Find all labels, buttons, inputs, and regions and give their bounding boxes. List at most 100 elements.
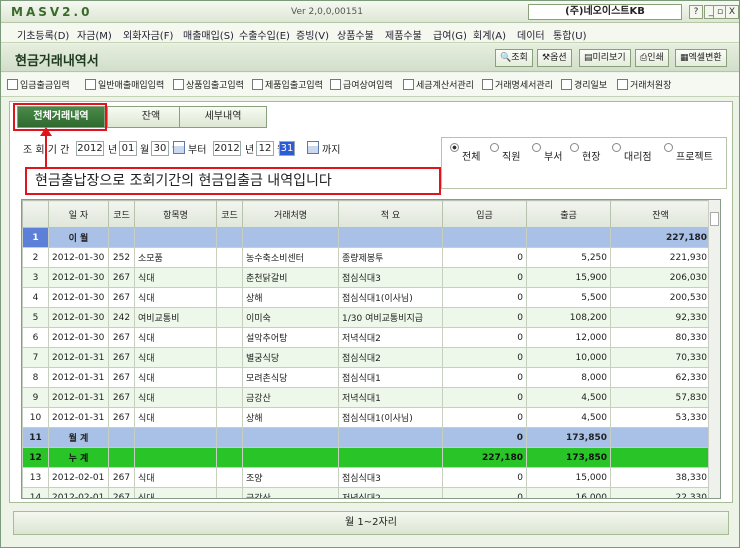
table-cell: 0 <box>442 367 527 388</box>
search-button[interactable]: 🔍조회 <box>495 49 533 67</box>
menu-item[interactable]: 회계(A) <box>473 27 506 42</box>
shortcut-sales-entry[interactable]: 일반매출매입입력 <box>85 78 164 91</box>
shortcut-payroll-entry[interactable]: 급여상여입력 <box>330 78 393 91</box>
table-cell: 0 <box>442 327 527 348</box>
table-cell: 식대 <box>134 407 217 428</box>
table-row[interactable]: 11 월 계 0 173,850 <box>22 427 711 448</box>
to-day-input[interactable]: 31 <box>279 141 295 156</box>
shortcut-ledger[interactable]: 거래처원장 <box>617 78 671 91</box>
options-button[interactable]: ⚒옵션 <box>537 49 572 67</box>
table-cell: 16,000 <box>526 487 611 498</box>
table-cell <box>108 427 135 448</box>
table-cell <box>216 447 243 468</box>
table-row[interactable]: 10 2012-01-31 267 식대 상해 점심식대1(이사님) 0 4,500 53,33… <box>22 407 711 428</box>
col-code2[interactable]: 코드 <box>216 200 243 228</box>
table-row[interactable]: 1이 월 227,180 <box>22 227 711 248</box>
shortcut-tax-invoice[interactable]: 세금계산서관리 <box>403 78 474 91</box>
col-memo[interactable]: 적 요 <box>338 200 443 228</box>
table-cell: 2012-02-01 <box>48 487 109 498</box>
radio-project[interactable]: 프로젝트 <box>664 143 713 163</box>
help-button[interactable]: ? <box>689 5 703 19</box>
table-cell: 0 <box>442 487 527 498</box>
table-cell: 1 <box>22 227 49 248</box>
vertical-scrollbar[interactable] <box>708 200 720 498</box>
table-cell: 267 <box>108 267 135 288</box>
table-row[interactable]: 4 2012-01-30 267 식대 상해 점심식대1(이사님) 0 5,500 200,53… <box>22 287 711 308</box>
table-cell: 57,830 <box>610 387 711 408</box>
table-row[interactable]: 5 2012-01-30 242 여비교통비 이미숙 1/30 여비교통비지급 0 108,2… <box>22 307 711 328</box>
menu-bar: 기초등록(D) 자금(M) 외화자금(F) 매출매입(S) 수출수입(E) 증빙… <box>1 23 739 43</box>
from-month-input[interactable]: 01 <box>119 141 137 156</box>
shortcut-cash-entry[interactable]: 입금출금입력 <box>7 78 70 91</box>
menu-item[interactable]: 증빙(V) <box>296 27 329 42</box>
table-row[interactable]: 8 2012-01-31 267 식대 모려촌식당 점심식대1 0 8,000 62,330 <box>22 367 711 388</box>
radio-employee[interactable]: 직원 <box>490 143 520 163</box>
page-title: 현금거래내역서 <box>15 54 99 69</box>
table-row[interactable]: 13 2012-02-01 267 식대 조양 점심식대3 0 15,000 38,330 <box>22 467 711 488</box>
year-unit: 년 <box>108 145 118 156</box>
table-cell: 13 <box>22 467 49 488</box>
col-in[interactable]: 입금 <box>442 200 527 228</box>
table-cell <box>242 427 339 448</box>
menu-item[interactable]: 외화자금(F) <box>123 27 173 42</box>
table-cell: 식대 <box>134 347 217 368</box>
table-cell: 227,180 <box>442 447 527 468</box>
table-row[interactable]: 12 누 계 227,180 173,850 <box>22 447 711 468</box>
from-year-input[interactable]: 2012 <box>76 141 104 156</box>
to-month-input[interactable]: 12 <box>256 141 274 156</box>
month-unit: 월 <box>140 145 150 156</box>
close-button[interactable]: X <box>725 5 739 19</box>
radio-agency[interactable]: 대리점 <box>612 143 652 163</box>
calendar-icon[interactable] <box>173 141 185 154</box>
preview-button[interactable]: ▤미리보기 <box>579 49 631 67</box>
table-cell: 소모품 <box>134 247 217 268</box>
table-cell: 11 <box>22 427 49 448</box>
tab-details[interactable]: 세부내역 <box>179 106 267 128</box>
table-cell <box>216 467 243 488</box>
table-row[interactable]: 7 2012-01-31 267 식대 별궁식당 점심식대2 0 10,000 70,330 <box>22 347 711 368</box>
excel-button[interactable]: ▦엑셀변환 <box>675 49 727 67</box>
table-cell: 점심식대2 <box>338 347 443 368</box>
col-code[interactable]: 코드 <box>108 200 135 228</box>
menu-item[interactable]: 수출수입(E) <box>239 27 290 42</box>
col-balance[interactable]: 잔액 <box>610 200 711 228</box>
radio-site[interactable]: 현장 <box>570 143 600 163</box>
table-row[interactable]: 3 2012-01-30 267 식대 춘천닭갈비 점심식대3 0 15,900 206,030 <box>22 267 711 288</box>
radio-all[interactable]: 전체 <box>450 143 480 163</box>
menu-item[interactable]: 상품수불 <box>337 27 374 42</box>
table-row[interactable]: 9 2012-01-31 267 식대 금강산 저녁식대1 0 4,500 57,830 <box>22 387 711 408</box>
shortcut-goods-entry[interactable]: 상품입출고입력 <box>173 78 244 91</box>
table-cell: 0 <box>442 387 527 408</box>
to-year-input[interactable]: 2012 <box>213 141 241 156</box>
table-row[interactable]: 2 2012-01-30 252 소모품 농수축소비센터 종량제봉투 0 5,250 221,9… <box>22 247 711 268</box>
shortcut-toolbar: 입금출금입력 일반매출매입입력 상품입출고입력 제품입출고입력 급여상여입력 세… <box>1 73 739 97</box>
menu-item[interactable]: 제품수불 <box>385 27 422 42</box>
shortcut-statement[interactable]: 거래명세서관리 <box>482 78 553 91</box>
shortcut-product-entry[interactable]: 제품입출고입력 <box>252 78 323 91</box>
col-out[interactable]: 출금 <box>526 200 611 228</box>
menu-item[interactable]: 매출매입(S) <box>183 27 234 42</box>
col-item[interactable]: 항목명 <box>134 200 217 228</box>
tools-icon: ⚒ <box>542 53 551 63</box>
table-row[interactable]: 14 2012-02-01 267 식대 금강산 저녁식대2 0 16,000 22,330 <box>22 487 711 498</box>
col-partner[interactable]: 거래처명 <box>242 200 339 228</box>
table-cell <box>216 487 243 498</box>
from-day-input[interactable]: 30 <box>151 141 169 156</box>
print-button[interactable]: ⎙인쇄 <box>635 49 669 67</box>
menu-item[interactable]: 급여(G) <box>433 27 467 42</box>
table-row[interactable]: 6 2012-01-30 267 식대 설악추어탕 저녁식대2 0 12,000 80,330 <box>22 327 711 348</box>
shortcut-daily-report[interactable]: 경리일보 <box>561 78 607 91</box>
table-cell: 10 <box>22 407 49 428</box>
col-date[interactable]: 일 자 <box>48 200 109 228</box>
menu-item[interactable]: 자금(M) <box>77 27 112 42</box>
calendar-icon[interactable] <box>307 141 319 154</box>
scroll-thumb[interactable] <box>710 212 719 226</box>
table-cell: 8 <box>22 367 49 388</box>
col-row-no <box>22 200 49 228</box>
menu-item[interactable]: 기초등록(D) <box>17 27 69 42</box>
table-cell: 0 <box>442 267 527 288</box>
menu-item[interactable]: 데이터 <box>517 27 545 42</box>
radio-department[interactable]: 부서 <box>532 143 562 163</box>
table-cell: 저녁식대2 <box>338 487 443 498</box>
menu-item[interactable]: 통합(U) <box>553 27 587 42</box>
